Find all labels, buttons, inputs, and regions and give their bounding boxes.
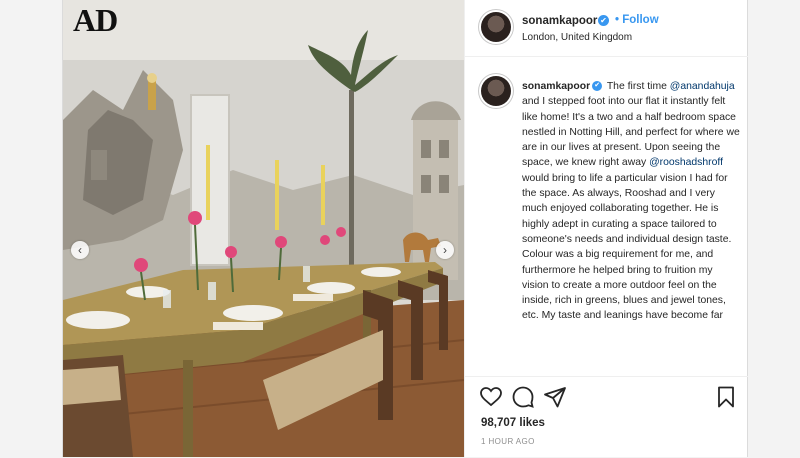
post-header: sonamkapoor ✔ • Follow London, United Ki… <box>465 0 748 57</box>
caption-text-part-3: would bring to life a particular vision … <box>522 172 732 322</box>
action-bar: 98,707 likes 1 HOUR AGO <box>465 376 748 458</box>
post-timestamp[interactable]: 1 HOUR AGO <box>481 437 535 446</box>
next-arrow-icon[interactable]: › <box>436 241 454 259</box>
follow-button[interactable]: • Follow <box>615 14 659 26</box>
verified-badge-icon: ✔ <box>598 15 609 26</box>
caption-text: sonamkapoor ✔ The first time @anandahuja … <box>522 79 740 324</box>
heart-icon[interactable] <box>479 385 503 409</box>
location-link[interactable]: London, United Kingdom <box>522 32 632 43</box>
mention-link-rooshadshroff[interactable]: @rooshadshroff <box>649 157 723 168</box>
likes-count[interactable]: 98,707 likes <box>481 417 545 429</box>
caption-text-part-1: The first time <box>604 81 670 92</box>
instagram-post: AD ‹ › sonamkapoor ✔ • Follow London, Un… <box>62 0 748 457</box>
post-image[interactable]: AD ‹ › <box>63 0 464 457</box>
follow-label: Follow <box>622 14 659 26</box>
mention-link-anandahuja[interactable]: @anandahuja <box>670 81 735 92</box>
share-icon[interactable] <box>543 385 567 409</box>
username-link[interactable]: sonamkapoor <box>522 15 597 27</box>
caption-avatar[interactable] <box>481 76 511 106</box>
comment-icon[interactable] <box>511 385 535 409</box>
previous-arrow-icon[interactable]: ‹ <box>71 241 89 259</box>
bookmark-icon[interactable] <box>714 385 738 409</box>
follow-separator: • <box>615 14 620 26</box>
caption-username-link[interactable]: sonamkapoor <box>522 81 590 92</box>
post-sidebar: sonamkapoor ✔ • Follow London, United Ki… <box>464 0 748 457</box>
dining-room-photo <box>63 0 464 457</box>
avatar[interactable] <box>481 12 511 42</box>
brand-logo: AD <box>73 2 118 38</box>
caption-area: sonamkapoor ✔ The first time @anandahuja … <box>465 57 748 375</box>
caption-verified-badge-icon: ✔ <box>592 81 603 92</box>
